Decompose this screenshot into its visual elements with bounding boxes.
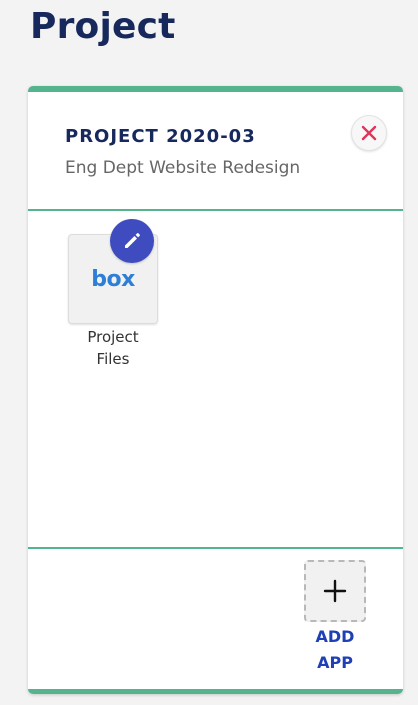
edit-app-button[interactable] — [110, 219, 154, 263]
app-label-line-2: Files — [96, 350, 130, 368]
page-title: Project — [30, 6, 176, 47]
project-code: PROJECT 2020-03 — [65, 126, 256, 147]
project-card: PROJECT 2020-03 Eng Dept Website Redesig… — [28, 86, 403, 694]
app-label-line-1: Project — [87, 328, 139, 346]
box-logo: box — [91, 267, 135, 292]
pencil-icon — [125, 233, 140, 248]
plus-icon — [323, 579, 347, 603]
app-label: Project Files — [68, 326, 158, 370]
add-app-label-line-1: ADD — [315, 627, 355, 646]
close-x-icon — [361, 125, 377, 141]
divider — [28, 547, 403, 549]
card-top-accent-bar — [28, 86, 403, 92]
add-app-label[interactable]: ADD APP — [290, 624, 380, 676]
add-app-label-line-2: APP — [317, 653, 353, 672]
project-name: Eng Dept Website Redesign — [65, 158, 301, 178]
card-bottom-accent-bar — [28, 689, 403, 694]
divider — [28, 209, 403, 211]
close-project-button[interactable] — [351, 115, 387, 151]
add-app-button[interactable] — [304, 560, 366, 622]
